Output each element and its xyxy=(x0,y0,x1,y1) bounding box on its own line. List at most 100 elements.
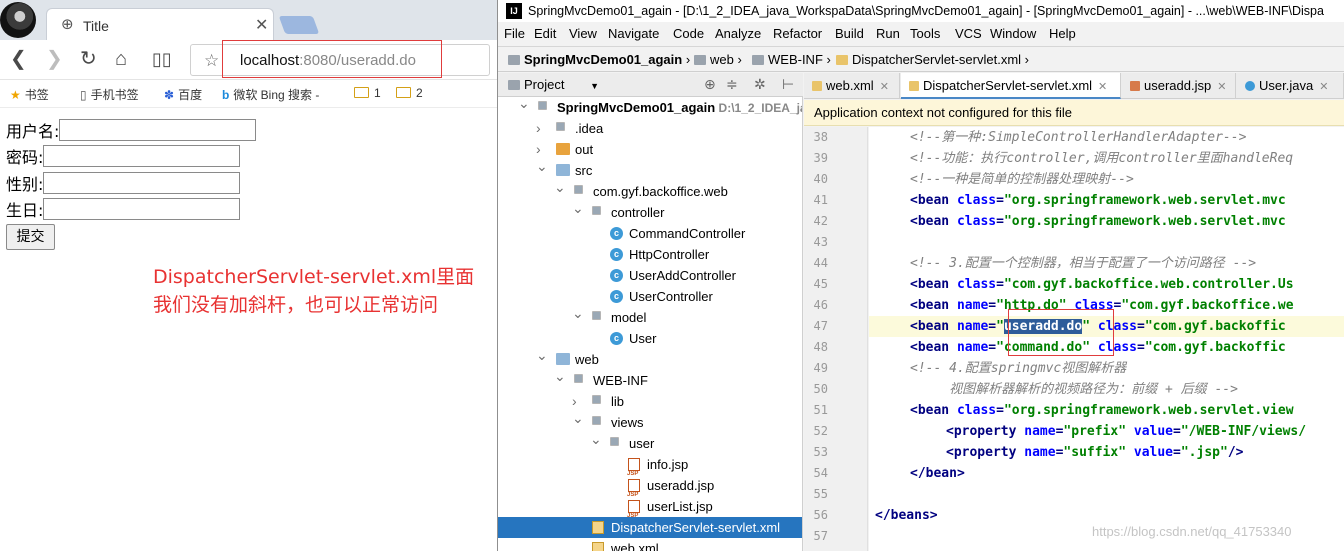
bookmark-item[interactable]: b 微软 Bing 搜索 - xyxy=(222,86,319,103)
tree-item[interactable]: c UserAddController xyxy=(498,265,802,286)
menu-navigate[interactable]: Navigate xyxy=(608,26,659,41)
menu-build[interactable]: Build xyxy=(835,26,864,41)
menu-run[interactable]: Run xyxy=(876,26,900,41)
browser-tab[interactable]: ⊕ Title ✕ xyxy=(46,8,274,40)
username-input[interactable] xyxy=(59,119,257,141)
home-icon[interactable]: ⌂ xyxy=(115,48,127,70)
tree-item[interactable]: ⌄ web xyxy=(498,347,802,370)
tree-item[interactable]: ⌄ WEB-INF xyxy=(498,368,802,391)
tree-item-label: model xyxy=(611,310,647,325)
chevron-right-icon[interactable]: › xyxy=(536,118,541,139)
breadcrumb-project[interactable]: SpringMvcDemo01_again › xyxy=(508,52,690,67)
tab-user-java[interactable]: User.java ✕ xyxy=(1237,73,1344,99)
tree-item[interactable]: c CommandController xyxy=(498,223,802,244)
chevron-down-icon[interactable]: ⌄ xyxy=(554,177,566,198)
tree-item[interactable]: › .idea xyxy=(498,118,802,139)
tab-web-xml[interactable]: web.xml ✕ xyxy=(804,73,900,99)
locate-icon[interactable]: ⊕ xyxy=(704,76,716,93)
chevron-down-icon[interactable]: ⌄ xyxy=(572,198,584,219)
menu-vcs[interactable]: VCS xyxy=(955,26,982,41)
tree-item[interactable]: ⌄ model xyxy=(498,305,802,328)
tree-item[interactable]: ⌄ controller xyxy=(498,200,802,223)
paw-icon: ✽ xyxy=(164,88,175,102)
gender-input[interactable] xyxy=(43,172,241,194)
tree-item[interactable]: useradd.jsp xyxy=(498,475,802,506)
breadcrumb-label: web xyxy=(710,52,734,67)
bookmark-star-icon[interactable]: ☆ xyxy=(204,51,219,71)
chevron-down-icon[interactable]: ⌄ xyxy=(572,303,584,324)
reader-icon[interactable]: ▯▯ xyxy=(152,48,172,70)
menu-edit[interactable]: Edit xyxy=(534,26,556,41)
back-icon[interactable]: ❮ xyxy=(10,48,27,70)
tree-item[interactable]: ⌄ views xyxy=(498,410,802,433)
tab-dispatcher-servlet-xml[interactable]: DispatcherServlet-servlet.xml ✕ xyxy=(901,73,1121,99)
hide-panel-icon[interactable]: ⊢ xyxy=(782,76,794,93)
menu-tools[interactable]: Tools xyxy=(910,26,940,41)
new-tab-button[interactable] xyxy=(278,16,320,34)
chevron-down-icon[interactable]: ⌄ xyxy=(536,345,548,366)
xml-tag: </beans> xyxy=(875,508,938,523)
tree-item[interactable]: ⌄ com.gyf.backoffice.web xyxy=(498,179,802,202)
tree-item-label: com.gyf.backoffice.web xyxy=(593,184,728,199)
xml-attr: class xyxy=(956,403,997,418)
close-icon[interactable]: ✕ xyxy=(1098,81,1107,93)
tree-item-label: web.xml xyxy=(611,541,659,551)
breadcrumb-web[interactable]: web › xyxy=(694,52,742,67)
xml-comment: <!--功能：执行controller,调用controller里面handle… xyxy=(910,151,1294,166)
password-input[interactable] xyxy=(43,145,241,167)
menu-analyze[interactable]: Analyze xyxy=(715,26,761,41)
collapse-icon[interactable]: ≑ xyxy=(726,76,738,93)
menu-help[interactable]: Help xyxy=(1049,26,1076,41)
tree-item[interactable]: userList.jsp xyxy=(498,496,802,527)
tree-item[interactable]: c UserController xyxy=(498,286,802,307)
tree-item[interactable]: DispatcherServlet-servlet.xml xyxy=(498,517,802,538)
forward-icon[interactable]: ❯ xyxy=(46,48,63,70)
tree-item[interactable]: ⌄ user xyxy=(498,431,802,454)
username-label: 用户名: xyxy=(6,122,60,141)
tree-item[interactable]: ⌄ SpringMvcDemo01_again D:\1_2_IDEA_java xyxy=(498,97,802,118)
close-icon[interactable]: ✕ xyxy=(880,81,889,93)
xml-tag: <bean xyxy=(910,298,957,313)
xml-value: "org.springframework.web.servlet.mvc xyxy=(1003,193,1286,208)
tree-item[interactable]: web.xml xyxy=(498,538,802,551)
close-tab-icon[interactable]: ✕ xyxy=(255,15,268,35)
folder-icon xyxy=(354,87,369,98)
chevron-down-icon[interactable]: ⌄ xyxy=(590,429,602,450)
menu-refactor[interactable]: Refactor xyxy=(773,26,822,41)
bookmark-item[interactable]: 1 xyxy=(354,86,381,100)
chevron-down-icon[interactable]: ⌄ xyxy=(572,408,584,429)
tree-item[interactable]: info.jsp xyxy=(498,454,802,485)
folder-icon xyxy=(592,311,601,320)
menu-file[interactable]: File xyxy=(504,26,525,41)
breadcrumb-webinf[interactable]: WEB-INF › xyxy=(752,52,831,67)
tree-item[interactable]: › lib xyxy=(498,391,802,412)
chevron-down-icon[interactable]: ⌄ xyxy=(518,97,530,114)
chevron-down-icon[interactable]: ⌄ xyxy=(536,156,548,177)
close-icon[interactable]: ✕ xyxy=(1319,81,1328,93)
bookmark-item[interactable]: ★ 书签 xyxy=(10,86,49,103)
chevron-down-icon[interactable]: ⌄ xyxy=(554,366,566,387)
bookmark-item[interactable]: ▯ 手机书签 xyxy=(80,86,139,103)
birthday-label: 生日: xyxy=(6,201,44,220)
bookmark-item[interactable]: ✽ 百度 xyxy=(164,86,202,103)
tab-useradd-jsp[interactable]: useradd.jsp ✕ xyxy=(1122,73,1236,99)
menu-code[interactable]: Code xyxy=(673,26,704,41)
reload-icon[interactable]: ↻ xyxy=(80,48,97,70)
line-number: 43 xyxy=(813,235,828,249)
code-line-56: </beans> xyxy=(875,505,938,526)
birthday-input[interactable] xyxy=(43,198,241,220)
menu-view[interactable]: View xyxy=(569,26,597,41)
close-icon[interactable]: ✕ xyxy=(1217,81,1226,93)
note-line-1: DispatcherServlet-servlet.xml里面 xyxy=(153,266,475,288)
submit-button[interactable]: 提交 xyxy=(6,224,55,250)
project-view-selector[interactable]: Project ▼ xyxy=(508,77,599,92)
username-row: 用户名: xyxy=(6,118,257,144)
bookmark-item[interactable]: 2 xyxy=(396,86,423,100)
breadcrumb-file[interactable]: DispatcherServlet-servlet.xml › xyxy=(836,52,1029,67)
menu-window[interactable]: Window xyxy=(990,26,1036,41)
avatar[interactable] xyxy=(0,2,36,38)
tree-item[interactable]: ⌄ src xyxy=(498,158,802,181)
tree-item[interactable]: c HttpController xyxy=(498,244,802,265)
gear-icon[interactable]: ✲ xyxy=(754,76,766,93)
folder-icon xyxy=(556,353,570,365)
